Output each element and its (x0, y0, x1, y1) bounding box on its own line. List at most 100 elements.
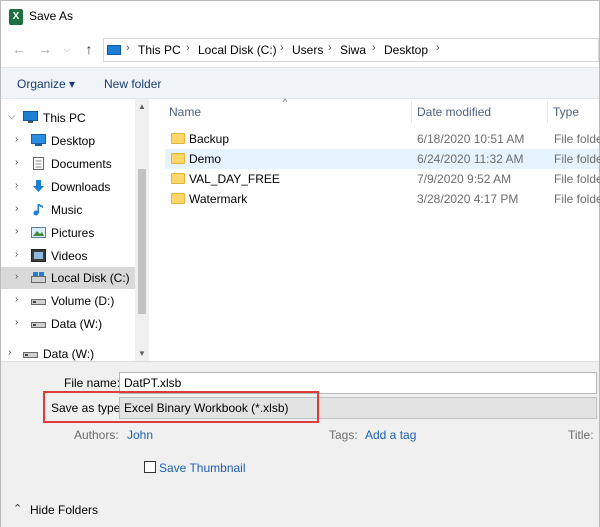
navigation-pane: ⌵ This PC › Desktop › Documents › Downlo… (1, 99, 149, 361)
file-name-label: File name: (64, 376, 121, 390)
file-row[interactable]: VAL_DAY_FREE 7/9/2020 9:52 AM File folde (165, 169, 600, 189)
chevron-right-icon[interactable]: › (15, 317, 18, 328)
nav-label: Data (W:) (51, 317, 103, 331)
nav-item-volume-d[interactable]: › Volume (D:) (1, 290, 135, 312)
file-row[interactable]: Watermark 3/28/2020 4:17 PM File folde (165, 189, 600, 209)
nav-label: Music (51, 203, 83, 217)
drive-icon (31, 317, 46, 330)
organize-button[interactable]: Organize ▾ (17, 77, 75, 91)
authors-value[interactable]: John (127, 428, 153, 442)
nav-scrollbar-thumb[interactable] (138, 169, 146, 314)
file-name: VAL_DAY_FREE (189, 172, 280, 186)
music-icon (31, 203, 46, 216)
breadcrumb-chevron-icon: › (436, 42, 440, 54)
column-header-date[interactable]: Date modified (417, 105, 491, 119)
file-type: File folde (554, 152, 600, 166)
file-name: Demo (189, 152, 222, 166)
file-name: Backup (189, 132, 230, 146)
folder-icon (171, 193, 185, 204)
sort-caret-icon: ^ (283, 97, 288, 107)
scroll-up-icon[interactable]: ▲ (138, 102, 146, 111)
videos-icon (31, 249, 46, 262)
command-toolbar: Organize ▾ New folder (1, 67, 599, 99)
chevron-right-icon[interactable]: › (15, 249, 18, 260)
title-bar: X Save As (1, 1, 599, 33)
nav-label: Videos (51, 249, 88, 263)
chevron-right-icon[interactable]: › (15, 226, 18, 237)
hide-folders-button[interactable]: Hide Folders (30, 503, 98, 517)
back-arrow-icon[interactable]: ← (11, 41, 27, 57)
chevron-up-icon[interactable]: ⌃ (13, 502, 22, 515)
chevron-right-icon[interactable]: › (15, 157, 18, 168)
nav-item-pictures[interactable]: › Pictures (1, 222, 135, 244)
nav-item-downloads[interactable]: › Downloads (1, 176, 135, 198)
breadcrumb-siwa[interactable]: Siwa (340, 43, 366, 57)
new-folder-button[interactable]: New folder (104, 77, 161, 91)
nav-item-videos[interactable]: › Videos (1, 245, 135, 267)
nav-item-documents[interactable]: › Documents (1, 153, 135, 175)
pc-icon (23, 111, 38, 124)
pictures-icon (31, 226, 46, 239)
drive-icon (31, 271, 46, 284)
breadcrumb-chevron-icon: › (186, 42, 190, 54)
chevron-right-icon[interactable]: › (15, 180, 18, 191)
file-list: ^ Name Date modified Type Backup 6/18/20… (149, 97, 600, 361)
column-header-type[interactable]: Type (553, 105, 579, 119)
nav-scrollbar[interactable]: ▲ ▼ (135, 99, 149, 361)
breadcrumb-local-disk[interactable]: Local Disk (C:) (198, 43, 277, 57)
address-bar[interactable]: › This PC › Local Disk (C:) › Users › Si… (103, 38, 599, 62)
pc-icon (107, 45, 121, 55)
breadcrumb-users[interactable]: Users (292, 43, 323, 57)
scroll-down-icon[interactable]: ▼ (138, 349, 146, 358)
folder-icon (171, 133, 185, 144)
nav-label: Pictures (51, 226, 95, 240)
chevron-right-icon[interactable]: › (8, 347, 11, 358)
drive-icon (31, 294, 46, 307)
nav-label: Desktop (51, 134, 96, 148)
navigation-bar: ← → ⌵ ↑ › This PC › Local Disk (C:) › Us… (1, 33, 599, 67)
up-arrow-icon[interactable]: ↑ (81, 41, 97, 57)
file-date: 6/18/2020 10:51 AM (417, 132, 525, 146)
chevron-right-icon[interactable]: › (15, 134, 18, 145)
nav-label: Downloads (51, 180, 111, 194)
title-label: Title: (568, 428, 594, 442)
save-thumbnail-label[interactable]: Save Thumbnail (159, 461, 246, 475)
window-title: Save As (29, 9, 74, 23)
chevron-down-icon[interactable]: ⌵ (8, 111, 16, 122)
column-divider[interactable] (411, 101, 412, 123)
nav-item-this-pc[interactable]: ⌵ This PC (1, 107, 135, 129)
file-name-value: DatPT.xlsb (124, 376, 182, 390)
chevron-right-icon[interactable]: › (15, 294, 18, 305)
downloads-icon (31, 180, 46, 193)
folder-icon (171, 173, 185, 184)
nav-item-local-disk-c[interactable]: › Local Disk (C:) (1, 267, 135, 289)
recent-chevron-icon[interactable]: ⌵ (59, 41, 75, 57)
nav-item-music[interactable]: › Music (1, 199, 135, 221)
drive-icon (23, 347, 38, 360)
column-header-name[interactable]: Name (169, 105, 201, 119)
forward-arrow-icon[interactable]: → (37, 41, 53, 57)
save-thumbnail-checkbox[interactable] (144, 461, 156, 473)
column-divider[interactable] (547, 101, 548, 123)
nav-item-data-w[interactable]: › Data (W:) (1, 313, 135, 335)
folder-icon (171, 153, 185, 164)
desktop-icon (31, 134, 46, 147)
highlight-box (43, 391, 319, 423)
tags-label: Tags: (329, 428, 358, 442)
file-type: File folde (554, 132, 600, 146)
file-row[interactable]: Backup 6/18/2020 10:51 AM File folde (165, 129, 600, 149)
documents-icon (31, 157, 46, 170)
nav-label: Data (W:) (43, 347, 95, 361)
file-date: 7/9/2020 9:52 AM (417, 172, 512, 186)
chevron-right-icon[interactable]: › (15, 271, 18, 282)
nav-label: This PC (43, 111, 86, 125)
nav-label: Documents (51, 157, 112, 171)
add-tag-link[interactable]: Add a tag (365, 428, 416, 442)
breadcrumb-desktop[interactable]: Desktop (384, 43, 428, 57)
breadcrumb-this-pc[interactable]: This PC (138, 43, 181, 57)
file-name: Watermark (189, 192, 248, 206)
nav-item-desktop[interactable]: › Desktop (1, 130, 135, 152)
chevron-right-icon[interactable]: › (15, 203, 18, 214)
save-as-dialog: X Save As ← → ⌵ ↑ › This PC › Local Disk… (0, 0, 600, 527)
file-row[interactable]: Demo 6/24/2020 11:32 AM File folde (165, 149, 600, 169)
